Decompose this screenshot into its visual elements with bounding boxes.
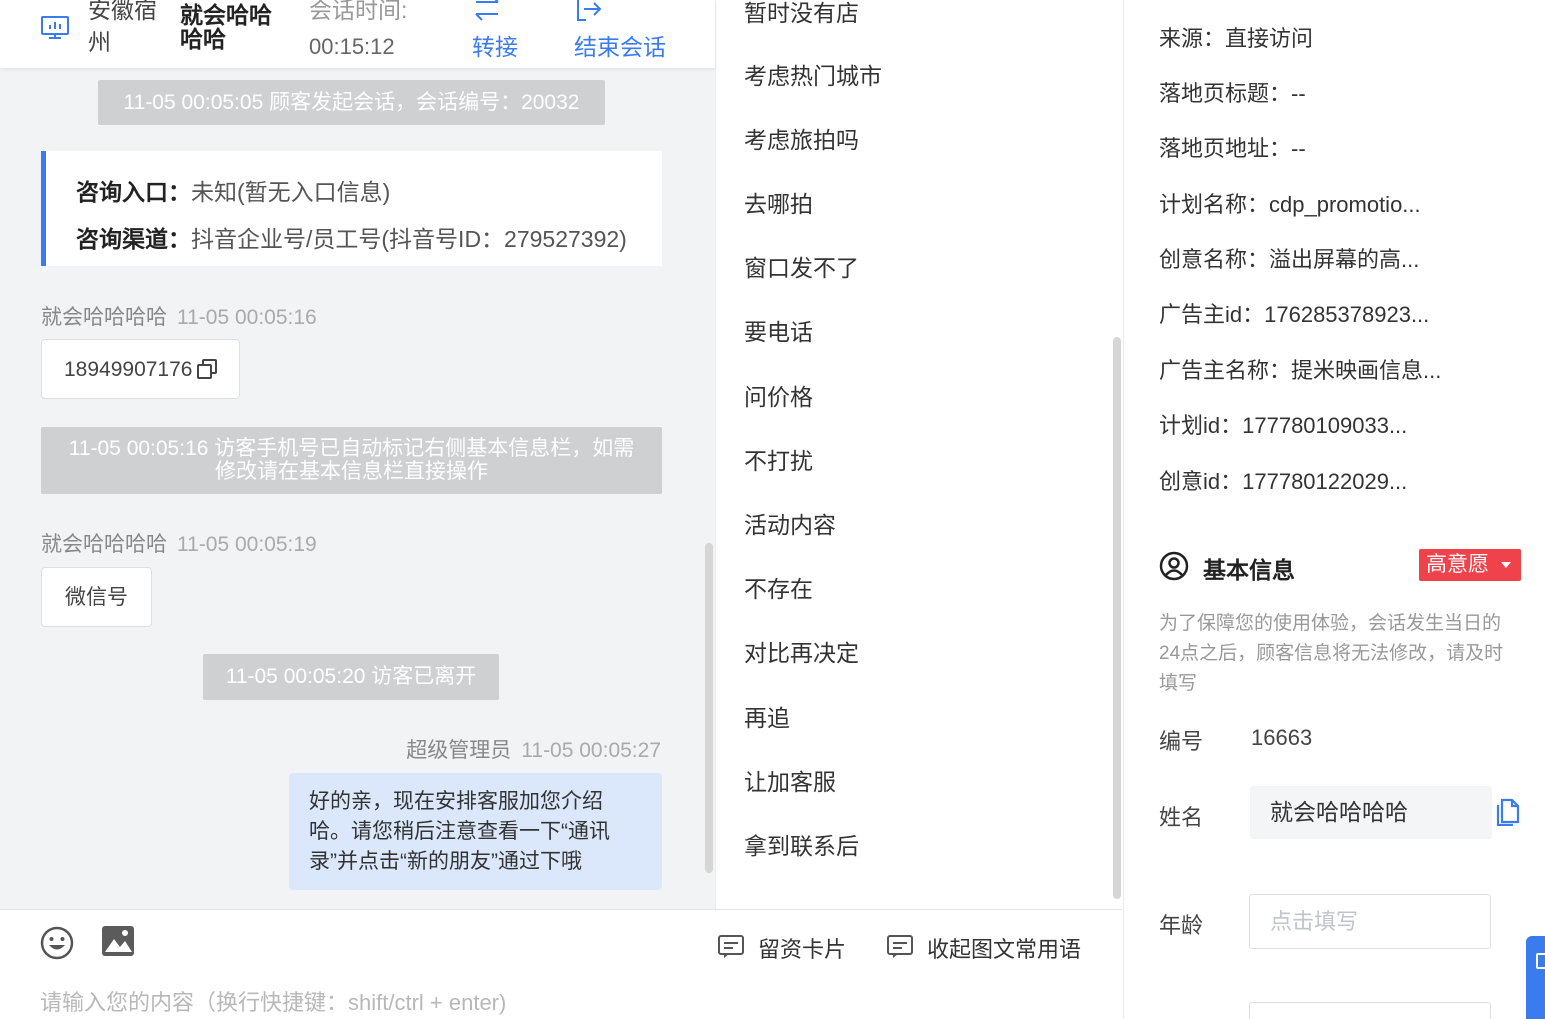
entry-value: 未知(暂无入口信息) (191, 179, 391, 205)
message-bubble-wechat[interactable]: 微信号 (41, 567, 152, 627)
message-text: 18949907176 (64, 358, 193, 381)
visitor-name: 就会哈哈哈哈 (180, 2, 272, 52)
document-icon (1536, 953, 1545, 969)
chat-scrollbar[interactable] (705, 543, 713, 873)
phrase-item[interactable]: 活动内容 (744, 506, 836, 540)
system-message-visitor-left: 11-05 00:05:20 访客已离开 (203, 654, 499, 700)
message-sender-agent: 超级管理员 11-05 00:05:27 (406, 734, 661, 764)
phrase-item[interactable]: 去哪拍 (744, 185, 813, 219)
entry-info-card: 咨询入口：未知(暂无入口信息) 咨询渠道：抖音企业号/员工号(抖音号ID：279… (41, 151, 662, 266)
emoji-icon[interactable] (39, 925, 75, 961)
phrase-item[interactable]: 考虑热门城市 (744, 57, 882, 91)
monitor-icon (41, 16, 69, 39)
phrase-item[interactable]: 对比再决定 (744, 634, 859, 668)
age-label: 年龄 (1159, 913, 1204, 938)
channel-label: 咨询渠道： (76, 226, 191, 252)
message-bubble-phone[interactable]: 18949907176 (41, 339, 240, 399)
system-message-phone-marked: 11-05 00:05:16 访客手机号已自动标记右侧基本信息栏，如需修改请在基… (41, 427, 662, 494)
image-icon[interactable] (100, 923, 136, 959)
phrase-item[interactable]: 问价格 (744, 378, 813, 412)
info-plan-name: 计划名称：cdp_promotio... (1159, 192, 1421, 217)
copy-icon[interactable] (1494, 798, 1520, 826)
next-field-input[interactable] (1249, 1002, 1491, 1019)
entry-label: 咨询入口： (76, 179, 191, 205)
phrase-item[interactable]: 要电话 (744, 313, 813, 347)
sender-name: 就会哈哈哈哈 (41, 533, 167, 556)
user-circle-icon (1159, 551, 1189, 581)
lead-card-label: 留资卡片 (758, 937, 847, 962)
message-sender: 就会哈哈哈哈 11-05 00:05:19 (41, 528, 317, 558)
channel-value: 抖音企业号/员工号(抖音号ID：279527392) (191, 226, 627, 252)
phrase-item[interactable]: 窗口发不了 (744, 249, 859, 283)
id-label: 编号 (1159, 729, 1204, 754)
phrases-scrollbar[interactable] (1113, 337, 1121, 899)
caret-down-icon (1501, 562, 1511, 568)
phrase-item[interactable]: 考虑旅拍吗 (744, 121, 859, 155)
name-field[interactable]: 就会哈哈哈哈 (1250, 786, 1492, 839)
chat-header: 安徽宿州 就会哈哈哈哈 会话时间: 00:15:12 转接 结束会话 (0, 0, 715, 68)
message-time: 11-05 00:05:27 (521, 739, 661, 762)
info-source: 来源：直接访问 (1159, 26, 1314, 51)
phrase-item[interactable]: 拿到联系后 (744, 827, 859, 861)
phrase-item[interactable]: 再追 (744, 699, 790, 733)
message-composer: 留资卡片 收起图文常用语 (0, 909, 1122, 1019)
intent-badge-dropdown[interactable]: 高意愿 (1419, 549, 1521, 581)
info-plan-id: 计划id：177780109033... (1159, 413, 1408, 438)
edit-notice: 为了保障您的使用体验，会话发生当日的24点之后，顾客信息将无法修改，请及时填写 (1159, 613, 1504, 694)
phrase-item[interactable]: 暂时没有店 (744, 0, 859, 28)
transfer-icon (475, 0, 499, 21)
age-input[interactable] (1249, 894, 1491, 949)
info-landing-title: 落地页标题：-- (1159, 81, 1306, 106)
entry-row-1: 咨询入口：未知(暂无入口信息) (76, 173, 390, 207)
message-input[interactable] (40, 990, 740, 1016)
quick-phrases-panel: 暂时没有店 考虑热门城市 考虑旅拍吗 去哪拍 窗口发不了 要电话 问价格 不打扰… (715, 0, 1123, 909)
phrase-item[interactable]: 让加客服 (744, 763, 836, 797)
phrase-item[interactable]: 不打扰 (744, 442, 813, 476)
message-bubble-outgoing[interactable]: 好的亲，现在安排客服加您介绍哈。请您稍后注意查看一下“通讯录”并点击“新的朋友”… (289, 773, 662, 890)
basic-info-title: 基本信息 (1203, 557, 1295, 583)
sender-name: 超级管理员 (406, 739, 512, 762)
system-message-session-start: 11-05 00:05:05 顾客发起会话，会话编号：20032 (98, 80, 605, 125)
floating-side-button[interactable] (1526, 936, 1545, 1019)
sender-name: 就会哈哈哈哈 (41, 306, 167, 329)
visitor-info-panel: 来源：直接访问 落地页标题：-- 落地页地址：-- 计划名称：cdp_promo… (1123, 0, 1545, 1019)
copy-icon[interactable] (196, 358, 218, 380)
info-advertiser-id: 广告主id：176285378923... (1159, 302, 1430, 327)
session-time-value: 00:15:12 (309, 34, 395, 59)
info-landing-url: 落地页地址：-- (1159, 136, 1306, 161)
intent-badge-label: 高意愿 (1426, 553, 1489, 576)
info-advertiser-name: 广告主名称：提米映画信息... (1159, 358, 1442, 383)
info-creative-id: 创意id：177780122029... (1159, 469, 1408, 494)
visitor-location: 安徽宿州 (88, 0, 157, 55)
message-sender: 就会哈哈哈哈 11-05 00:05:16 (41, 301, 317, 331)
end-session-label: 结束会话 (574, 34, 666, 60)
message-time: 11-05 00:05:16 (177, 306, 317, 329)
collapse-phrases-label: 收起图文常用语 (927, 937, 1082, 962)
card-icon (718, 935, 744, 958)
message-time: 11-05 00:05:19 (177, 533, 317, 556)
entry-row-2: 咨询渠道：抖音企业号/员工号(抖音号ID：279527392) (76, 220, 627, 254)
info-creative-name: 创意名称：溢出屏幕的高... (1159, 247, 1420, 272)
message-icon (887, 935, 913, 958)
session-time-label: 会话时间: (309, 0, 408, 23)
id-value: 16663 (1251, 725, 1313, 750)
phrase-item[interactable]: 不存在 (744, 570, 813, 604)
transfer-label: 转接 (472, 34, 518, 60)
exit-icon (577, 0, 602, 21)
name-label: 姓名 (1159, 805, 1204, 830)
chat-panel: 安徽宿州 就会哈哈哈哈 会话时间: 00:15:12 转接 结束会话 11-05… (0, 0, 715, 1019)
